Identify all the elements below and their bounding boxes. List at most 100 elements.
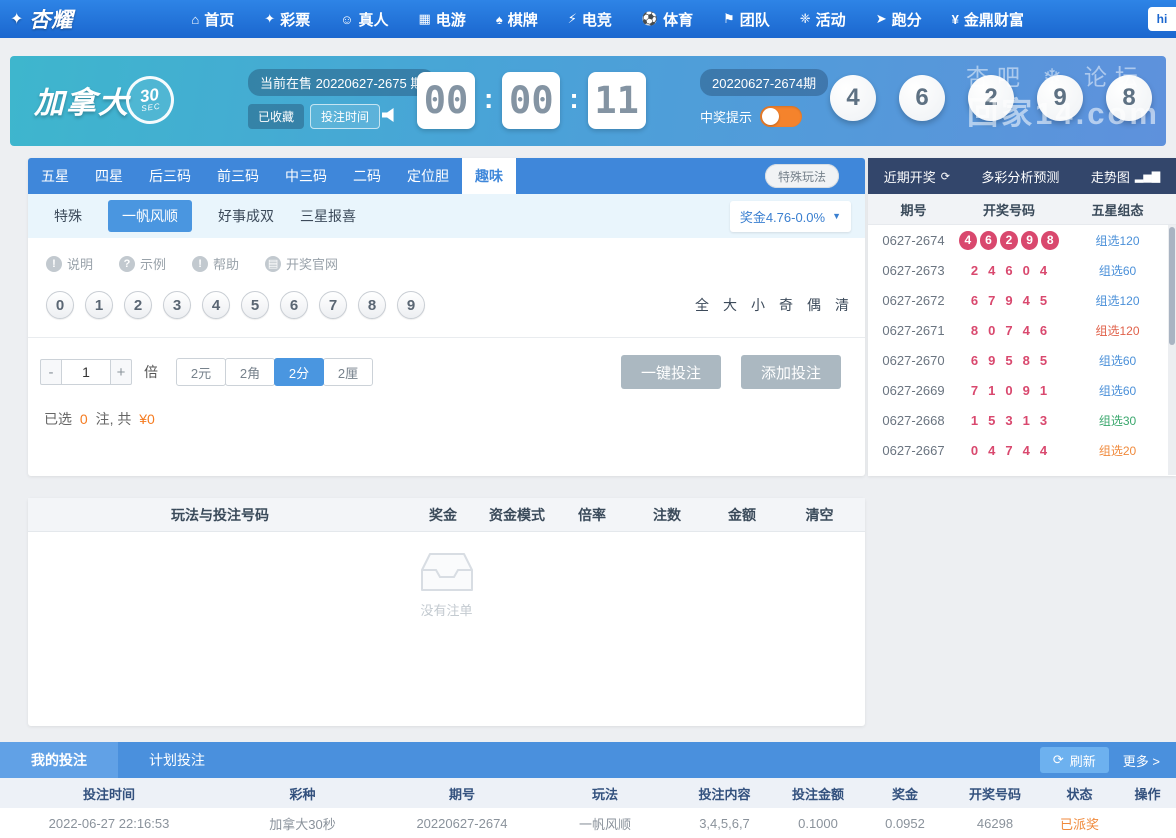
nav-item-team[interactable]: ⚑团队 xyxy=(723,9,770,30)
nav-item-home[interactable]: ⌂首页 xyxy=(191,9,234,30)
number-ball-3[interactable]: 3 xyxy=(163,291,191,319)
combo-type: 组选120 xyxy=(1059,322,1176,339)
quick-action-0[interactable]: 全 xyxy=(695,295,709,315)
nav-item-activity[interactable]: ❈活动 xyxy=(800,9,846,30)
draw-numbers: 46298 xyxy=(959,231,1059,250)
chevron-down-icon: ▼ xyxy=(832,211,841,221)
bottom-tab-1[interactable]: 计划投注 xyxy=(118,742,236,778)
number-ball-0[interactable]: 0 xyxy=(46,291,74,319)
nav-item-wealth[interactable]: ¥金鼎财富 xyxy=(952,9,1024,30)
special-play-button[interactable]: 特殊玩法 xyxy=(765,164,839,188)
order-header-0: 玩法与投注号码 xyxy=(28,505,412,525)
subtab-0[interactable]: 特殊 xyxy=(54,206,82,226)
quick-action-4[interactable]: 偶 xyxy=(807,295,821,315)
favorited-button[interactable]: 已收藏 xyxy=(248,104,304,129)
draw-row: 0627-267180746组选120 xyxy=(868,315,1176,345)
link-label: 帮助 xyxy=(213,254,239,273)
number-ball-4[interactable]: 4 xyxy=(202,291,230,319)
subtab-3[interactable]: 三星报喜 xyxy=(300,206,356,226)
draw-num: 7 xyxy=(1005,323,1012,338)
nav-item-board-games[interactable]: ♠棋牌 xyxy=(496,9,538,30)
draw-num: 9 xyxy=(1005,293,1012,308)
number-ball-7[interactable]: 7 xyxy=(319,291,347,319)
bet-tab-0[interactable]: 五星 xyxy=(28,158,82,194)
multiplier-plus-button[interactable]: + xyxy=(110,359,132,385)
unit-btn-0[interactable]: 2元 xyxy=(176,358,226,386)
link-official-site[interactable]: ▤开奖官网 xyxy=(265,254,338,273)
draw-num: 8 xyxy=(1023,353,1030,368)
number-ball-1[interactable]: 1 xyxy=(85,291,113,319)
bet-time-button[interactable]: 投注时间 xyxy=(310,104,380,129)
nav-item-sports[interactable]: ⚽体育 xyxy=(642,9,693,30)
link-help[interactable]: !帮助 xyxy=(192,254,239,273)
my-bets-bar: 我的投注计划投注 ⟳ 刷新 更多 > xyxy=(0,742,1176,778)
site-logo[interactable]: ✦ 杏耀 xyxy=(10,4,73,34)
unit-btn-2[interactable]: 2分 xyxy=(274,358,324,386)
bottom-header-5: 投注金额 xyxy=(776,784,860,803)
speaker-icon[interactable] xyxy=(382,108,399,122)
sidebar-nav-analysis-forecast[interactable]: 多彩分析预测 xyxy=(981,167,1059,186)
bet-tab-6[interactable]: 定位胆 xyxy=(394,158,462,194)
more-link[interactable]: 更多 > xyxy=(1123,751,1160,770)
bottom-tab-0[interactable]: 我的投注 xyxy=(0,742,118,778)
subtab-2[interactable]: 好事成双 xyxy=(218,206,274,226)
draw-num: 6 xyxy=(1005,263,1012,278)
draw-num: 4 xyxy=(1023,443,1030,458)
countdown-hours: 00 xyxy=(417,72,475,129)
nav-item-live-casino[interactable]: ☺真人 xyxy=(340,9,388,30)
nav-items: ⌂首页 ✦彩票 ☺真人 ▦电游 ♠棋牌 ⚡电竞 ⚽体育 ⚑团队 ❈活动 ➤跑分 ¥金鼎财富 xyxy=(191,9,1023,30)
bonus-select-value: 奖金4.76-0.0% xyxy=(740,207,825,226)
sidebar-scrollbar-thumb[interactable] xyxy=(1169,227,1175,345)
nav-item-lottery[interactable]: ✦彩票 xyxy=(264,9,310,30)
quick-action-1[interactable]: 大 xyxy=(723,295,737,315)
quick-action-2[interactable]: 小 xyxy=(751,295,765,315)
refresh-button[interactable]: ⟳ 刷新 xyxy=(1040,747,1109,773)
bottom-header-8: 状态 xyxy=(1040,784,1119,803)
bet-tab-5[interactable]: 二码 xyxy=(340,158,394,194)
number-ball-9[interactable]: 9 xyxy=(397,291,425,319)
number-ball-8[interactable]: 8 xyxy=(358,291,386,319)
number-ball-6[interactable]: 6 xyxy=(280,291,308,319)
sidebar-nav-label: 近期开奖 xyxy=(884,167,936,186)
bottom-table-header: 投注时间彩种期号玩法投注内容投注金额奖金开奖号码状态操作 xyxy=(0,778,1176,808)
quick-action-5[interactable]: 清 xyxy=(835,295,849,315)
nav-item-electronic-games[interactable]: ▦电游 xyxy=(419,9,466,30)
unit-btn-1[interactable]: 2角 xyxy=(225,358,275,386)
link-explain[interactable]: !说明 xyxy=(46,254,93,273)
one-key-bet-button[interactable]: 一键投注 xyxy=(621,355,721,389)
bet-tab-1[interactable]: 四星 xyxy=(82,158,136,194)
subtab-1[interactable]: 一帆风顺 xyxy=(108,200,192,232)
nav-item-label: 团队 xyxy=(740,9,770,30)
bet-tab-7[interactable]: 趣味 xyxy=(462,158,516,194)
number-ball-2[interactable]: 2 xyxy=(124,291,152,319)
link-example[interactable]: ?示例 xyxy=(119,254,166,273)
sidebar-nav-trend-chart[interactable]: 走势图▂▅▇ xyxy=(1091,167,1160,186)
corner-app-icon[interactable]: hi xyxy=(1148,7,1176,31)
bottom-header-4: 投注内容 xyxy=(673,784,776,803)
record-period: 20220627-2674 xyxy=(387,816,537,831)
bet-tab-2[interactable]: 后三码 xyxy=(136,158,204,194)
logo-text: 杏耀 xyxy=(29,4,73,34)
quick-action-3[interactable]: 奇 xyxy=(779,295,793,315)
game-banner: 加拿大 30 SEC 当前在售 20220627-2675 期 已收藏 投注时间… xyxy=(10,56,1166,146)
sidebar-nav-recent-draws[interactable]: 近期开奖⟳ xyxy=(884,167,950,186)
draw-num: 9 xyxy=(988,353,995,368)
multiplier-input[interactable] xyxy=(62,359,110,385)
bonus-select[interactable]: 奖金4.76-0.0% ▼ xyxy=(730,201,851,232)
add-bet-button[interactable]: 添加投注 xyxy=(741,355,841,389)
info-links: !说明 ?示例 !帮助 ▤开奖官网 xyxy=(28,238,865,273)
bet-tab-4[interactable]: 中三码 xyxy=(272,158,340,194)
number-ball-5[interactable]: 5 xyxy=(241,291,269,319)
unit-btn-3[interactable]: 2厘 xyxy=(323,358,373,386)
multiplier-minus-button[interactable]: - xyxy=(40,359,62,385)
empty-inbox-icon xyxy=(420,550,474,594)
draw-row: 0627-266971091组选60 xyxy=(868,375,1176,405)
nav-item-paofen[interactable]: ➤跑分 xyxy=(876,9,922,30)
win-tip-toggle[interactable] xyxy=(760,106,802,127)
nav-item-esports[interactable]: ⚡电竞 xyxy=(568,9,612,30)
bet-tab-3[interactable]: 前三码 xyxy=(204,158,272,194)
record-bonus: 0.0952 xyxy=(860,816,950,831)
quick-actions: 全大小奇偶清 xyxy=(695,295,849,315)
nav-item-label: 体育 xyxy=(663,9,693,30)
bottom-header-9: 操作 xyxy=(1119,784,1176,803)
